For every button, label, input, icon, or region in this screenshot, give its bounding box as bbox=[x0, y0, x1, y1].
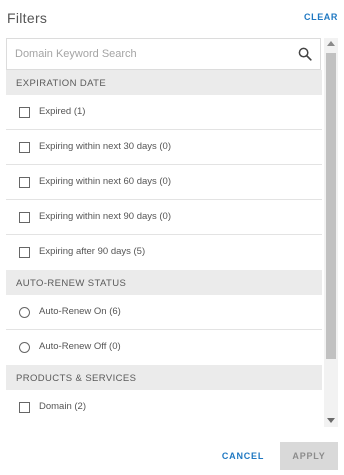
domain-search-input[interactable] bbox=[7, 39, 320, 69]
option-label: Expiring after 90 days (5) bbox=[39, 246, 146, 257]
domain-checkbox[interactable] bbox=[19, 402, 30, 413]
scrollbar-thumb[interactable] bbox=[326, 53, 336, 359]
option-label: Expiring within next 60 days (0) bbox=[39, 176, 172, 187]
apply-button[interactable]: APPLY bbox=[280, 442, 338, 470]
domain-search-box bbox=[6, 38, 321, 70]
filters-content: EXPIRATION DATE Expired (1) Expiring wit… bbox=[6, 38, 322, 425]
products-services-options: Domain (2) bbox=[6, 390, 322, 425]
vertical-scrollbar[interactable] bbox=[324, 38, 338, 427]
filters-header: Filters CLEAR bbox=[0, 0, 344, 36]
expiring-after-90-days-checkbox[interactable] bbox=[19, 247, 30, 258]
section-header-expiration-date: EXPIRATION DATE bbox=[6, 70, 322, 95]
expiring-90-days-checkbox[interactable] bbox=[19, 212, 30, 223]
filter-option-expiring-60-days[interactable]: Expiring within next 60 days (0) bbox=[6, 165, 322, 200]
filter-option-auto-renew-on[interactable]: Auto-Renew On (6) bbox=[6, 295, 322, 330]
filter-option-domain[interactable]: Domain (2) bbox=[6, 390, 322, 425]
auto-renew-options: Auto-Renew On (6) Auto-Renew Off (0) bbox=[6, 295, 322, 365]
expiring-30-days-checkbox[interactable] bbox=[19, 142, 30, 153]
cancel-button[interactable]: CANCEL bbox=[215, 443, 271, 469]
filter-option-expiring-after-90-days[interactable]: Expiring after 90 days (5) bbox=[6, 235, 322, 270]
auto-renew-on-radio[interactable] bbox=[19, 307, 30, 318]
option-label: Expiring within next 90 days (0) bbox=[39, 211, 172, 222]
scroll-down-arrow-icon[interactable] bbox=[327, 418, 335, 423]
filter-option-expiring-90-days[interactable]: Expiring within next 90 days (0) bbox=[6, 200, 322, 235]
option-label: Expired (1) bbox=[39, 106, 86, 117]
auto-renew-off-radio[interactable] bbox=[19, 342, 30, 353]
filter-option-auto-renew-off[interactable]: Auto-Renew Off (0) bbox=[6, 330, 322, 365]
option-label: Auto-Renew Off (0) bbox=[39, 341, 121, 352]
section-header-auto-renew-status: AUTO-RENEW STATUS bbox=[6, 270, 322, 295]
clear-button[interactable]: CLEAR bbox=[304, 12, 338, 22]
option-label: Auto-Renew On (6) bbox=[39, 306, 121, 317]
filter-option-expired[interactable]: Expired (1) bbox=[6, 95, 322, 130]
expiration-date-options: Expired (1) Expiring within next 30 days… bbox=[6, 95, 322, 270]
expiring-60-days-checkbox[interactable] bbox=[19, 177, 30, 188]
section-header-products-services: PRODUCTS & SERVICES bbox=[6, 365, 322, 390]
scroll-up-arrow-icon[interactable] bbox=[327, 41, 335, 46]
search-icon[interactable] bbox=[298, 47, 312, 61]
filter-option-expiring-30-days[interactable]: Expiring within next 30 days (0) bbox=[6, 130, 322, 165]
expired-checkbox[interactable] bbox=[19, 107, 30, 118]
option-label: Expiring within next 30 days (0) bbox=[39, 141, 172, 152]
filters-title: Filters bbox=[7, 10, 48, 26]
filters-footer: CANCEL APPLY bbox=[0, 438, 344, 475]
filters-scroll-area[interactable]: EXPIRATION DATE Expired (1) Expiring wit… bbox=[6, 38, 338, 427]
option-label: Domain (2) bbox=[39, 401, 86, 412]
